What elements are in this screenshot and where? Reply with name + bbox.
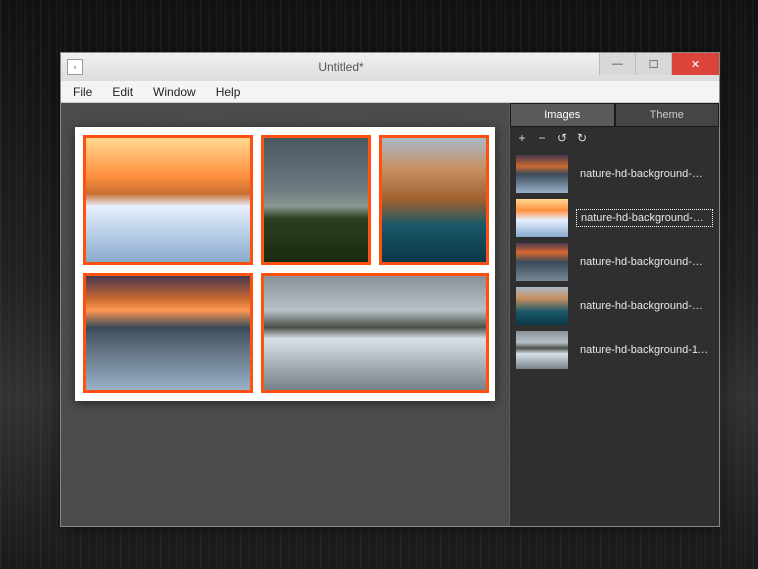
filename-label: nature-hd-background-5.jpg [576, 209, 713, 227]
thumbnail-icon [516, 199, 568, 237]
collage-cell-4[interactable] [83, 273, 253, 393]
minimize-icon: — [612, 58, 623, 70]
tab-images[interactable]: Images [510, 103, 615, 127]
undo-button[interactable]: ↺ [556, 131, 568, 145]
add-image-button[interactable]: + [516, 131, 528, 145]
canvas-area[interactable] [61, 103, 509, 526]
thumbnail-icon [516, 243, 568, 281]
collage-cell-5[interactable] [261, 273, 489, 393]
filename-label: nature-hd-background-4.jpg [576, 166, 713, 182]
collage-cell-2[interactable] [261, 135, 371, 265]
window-title: Untitled* [83, 60, 599, 74]
close-icon: ✕ [691, 58, 700, 71]
maximize-icon: ☐ [649, 58, 659, 71]
tab-theme[interactable]: Theme [615, 103, 720, 127]
menu-window[interactable]: Window [143, 83, 206, 101]
collage-frame[interactable] [75, 127, 495, 401]
content-area: Images Theme + − ↺ ↻ nature-hd-backgroun… [61, 103, 719, 526]
panel-tabs: Images Theme [510, 103, 719, 127]
side-panel: Images Theme + − ↺ ↻ nature-hd-backgroun… [509, 103, 719, 526]
panel-toolbar: + − ↺ ↻ [510, 127, 719, 149]
maximize-button[interactable]: ☐ [635, 53, 671, 75]
list-item[interactable]: nature-hd-background-11.jpg [514, 329, 715, 371]
thumbnail-icon [516, 287, 568, 325]
titlebar[interactable]: ▫ Untitled* — ☐ ✕ [61, 53, 719, 81]
menu-help[interactable]: Help [206, 83, 251, 101]
minimize-button[interactable]: — [599, 53, 635, 75]
list-item[interactable]: nature-hd-background-5.jpg [514, 197, 715, 239]
redo-button[interactable]: ↻ [576, 131, 588, 145]
thumbnail-icon [516, 155, 568, 193]
remove-image-button[interactable]: − [536, 131, 548, 145]
list-item[interactable]: nature-hd-background-4.jpg [514, 153, 715, 195]
collage-grid [83, 135, 487, 393]
close-button[interactable]: ✕ [671, 53, 719, 75]
window-controls: — ☐ ✕ [599, 53, 719, 75]
thumbnail-icon [516, 331, 568, 369]
filename-label: nature-hd-background-11.jpg [576, 342, 713, 358]
filename-label: nature-hd-background-7.jpg [576, 298, 713, 314]
app-window: ▫ Untitled* — ☐ ✕ File Edit Window Help [60, 52, 720, 527]
collage-cell-3[interactable] [379, 135, 489, 265]
list-item[interactable]: nature-hd-background-6.jpg [514, 241, 715, 283]
menubar: File Edit Window Help [61, 81, 719, 103]
menu-edit[interactable]: Edit [102, 83, 143, 101]
filename-label: nature-hd-background-6.jpg [576, 254, 713, 270]
menu-file[interactable]: File [63, 83, 102, 101]
collage-cell-1[interactable] [83, 135, 253, 265]
list-item[interactable]: nature-hd-background-7.jpg [514, 285, 715, 327]
app-icon: ▫ [67, 59, 83, 75]
image-list[interactable]: nature-hd-background-4.jpg nature-hd-bac… [510, 149, 719, 526]
